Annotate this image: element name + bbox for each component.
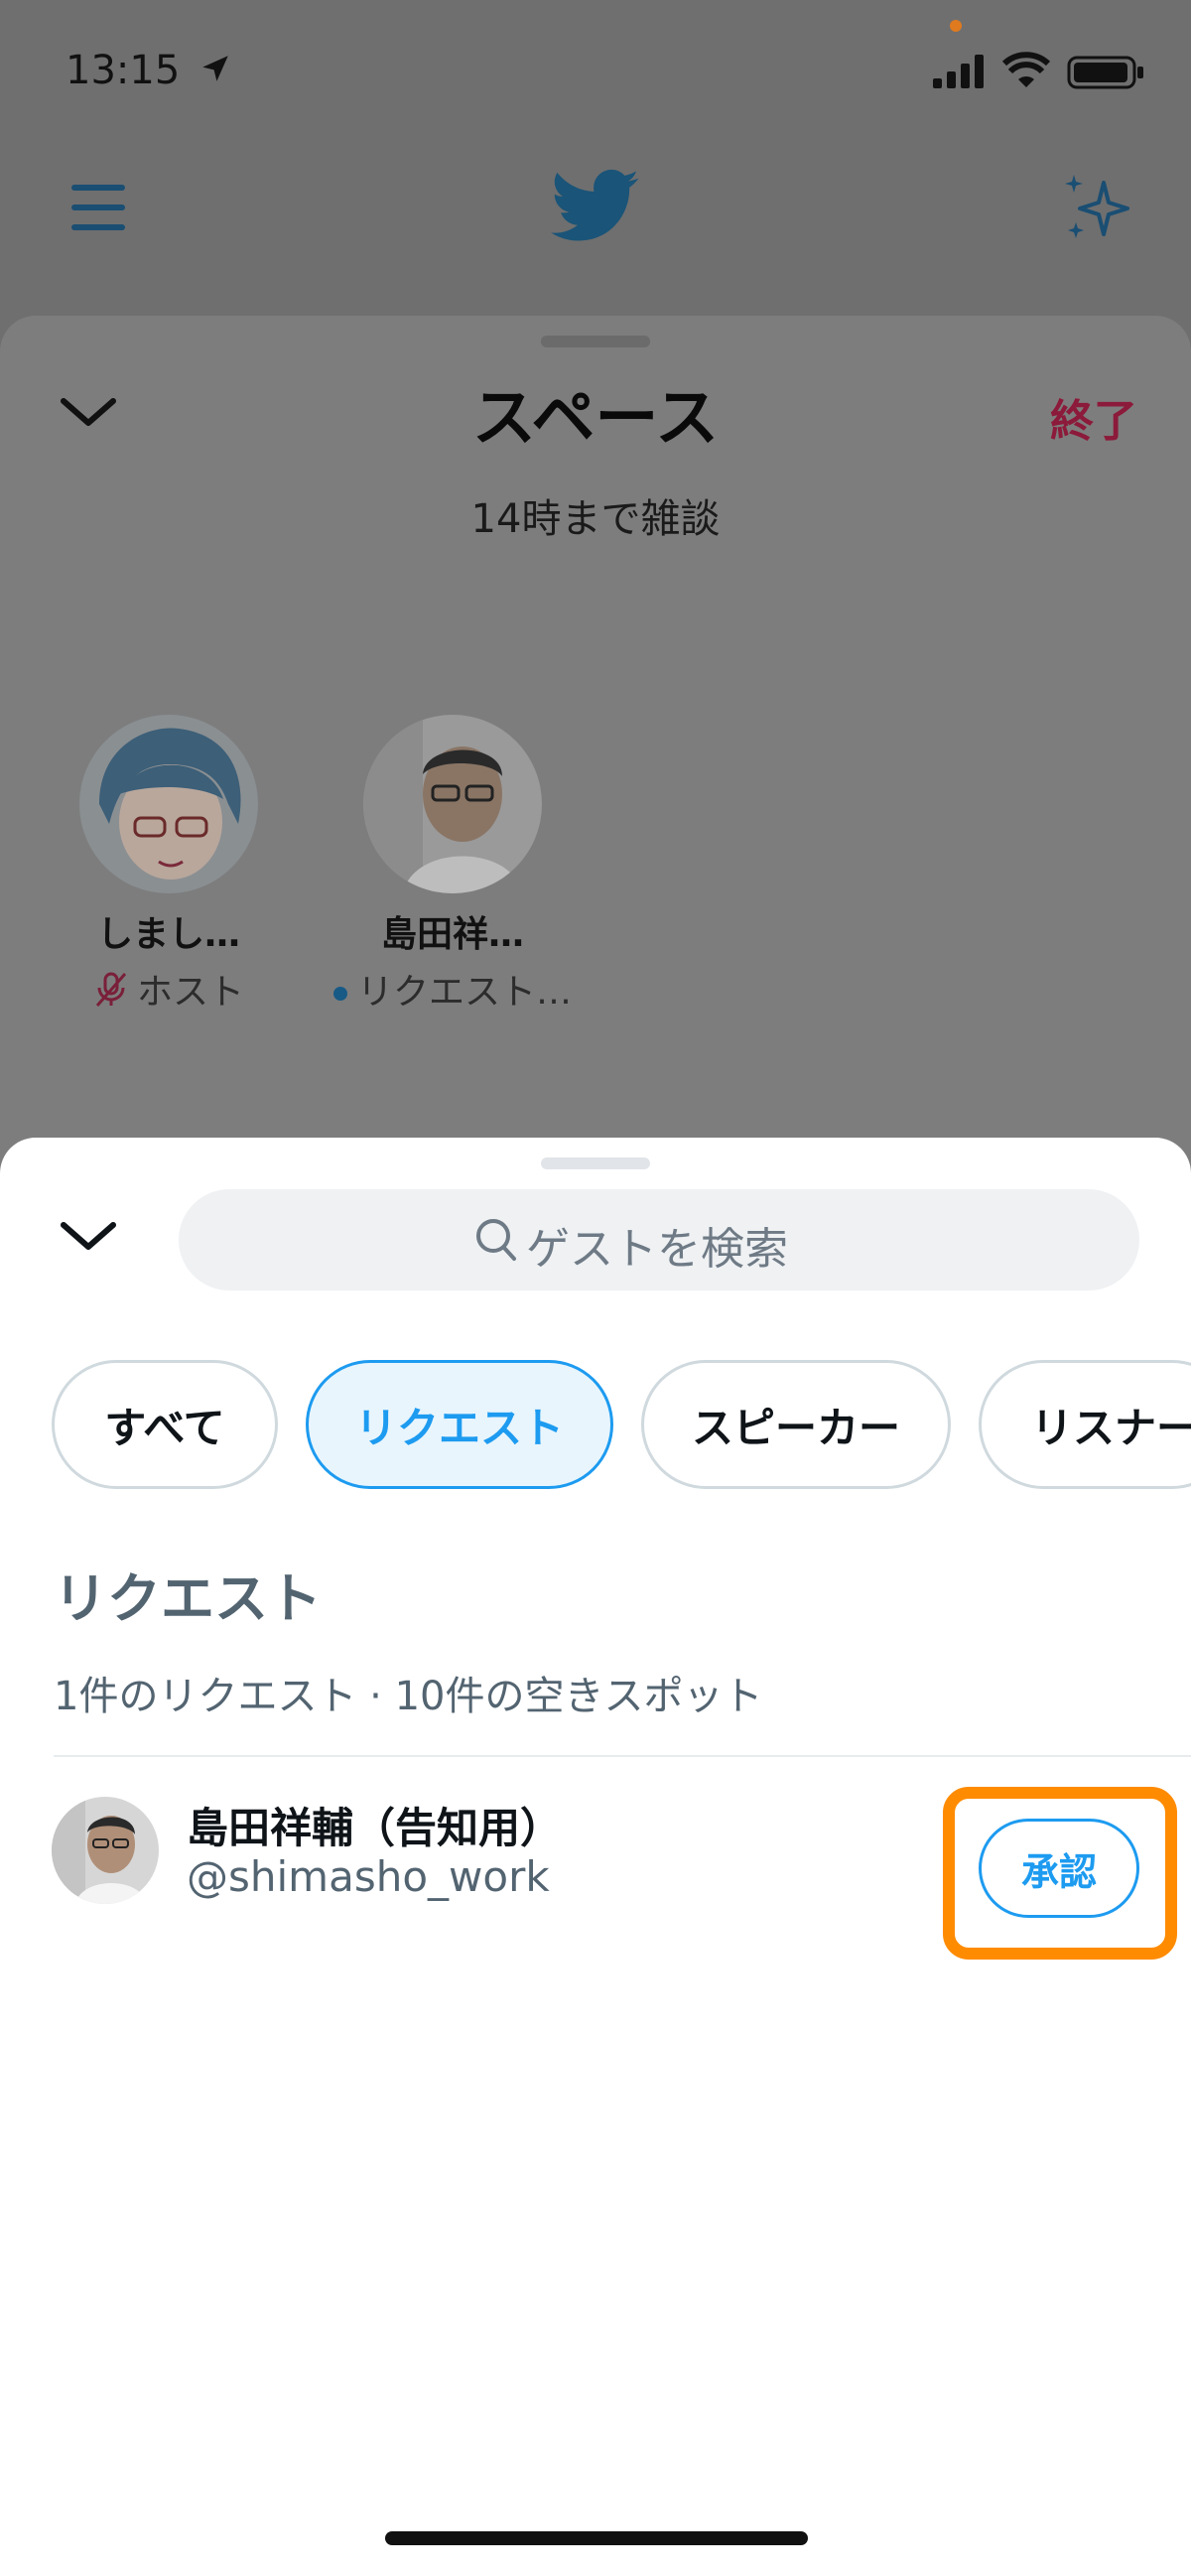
search-icon: [474, 1217, 518, 1267]
guest-search-box[interactable]: ゲストを検索: [179, 1189, 1139, 1290]
participant-role-label: ホスト: [136, 972, 244, 1013]
participant-role-label: リクエスト…: [357, 972, 573, 1013]
status-bar: 13:15: [0, 0, 1191, 139]
requester-name: 島田祥輔（告知用）: [187, 1804, 563, 1852]
section-subtitle: 1件のリクエスト · 10件の空きスポット: [54, 1674, 763, 1719]
approve-button[interactable]: 承認: [979, 1819, 1139, 1918]
request-dot-icon: [333, 987, 347, 1001]
avatar: [52, 1797, 159, 1904]
sparkle-icon[interactable]: [1060, 171, 1135, 250]
mic-off-icon: [93, 970, 129, 1018]
menu-icon[interactable]: [69, 181, 129, 240]
tab-speakers[interactable]: スピーカー: [641, 1360, 951, 1489]
avatar: [79, 715, 258, 893]
guest-sheet: ゲストを検索 すべて リクエスト スピーカー リスナー リクエスト 1件のリクエ…: [0, 1138, 1191, 2576]
avatar: [363, 715, 542, 893]
participant-name: しまし…: [96, 914, 240, 955]
tab-all[interactable]: すべて: [52, 1360, 278, 1489]
participant-host[interactable]: しまし… ホスト: [50, 715, 288, 1018]
top-nav: [0, 139, 1191, 278]
participant-role: リクエスト…: [333, 963, 572, 1015]
twitter-bird-icon[interactable]: [551, 169, 640, 248]
sheet-grabber[interactable]: [541, 336, 650, 347]
participant-name: 島田祥…: [380, 914, 524, 955]
home-indicator[interactable]: [385, 2531, 808, 2545]
participant-requester[interactable]: 島田祥… リクエスト…: [333, 715, 572, 1015]
battery-icon: [1067, 56, 1146, 93]
chevron-down-icon[interactable]: [60, 1219, 117, 1257]
location-arrow-icon: [198, 52, 232, 89]
list-item[interactable]: 島田祥輔（告知用） @shimasho_work 承認: [0, 1757, 1191, 1960]
tab-listeners[interactable]: リスナー: [979, 1360, 1191, 1489]
space-title: スペース: [471, 382, 720, 456]
space-subtitle: 14時まで雑談: [470, 496, 721, 542]
signal-icon: [933, 55, 992, 92]
participant-role: ホスト: [50, 963, 288, 1018]
requester-handle: @shimasho_work: [187, 1852, 550, 1901]
wifi-icon: [1001, 52, 1051, 93]
space-sheet: スペース 終了 14時まで雑談 しまし… ホスト 島田祥… リクエスト…: [0, 316, 1191, 1209]
section-title: リクエスト: [54, 1567, 322, 1630]
end-space-button[interactable]: 終了: [1050, 385, 1137, 449]
tab-requests[interactable]: リクエスト: [306, 1360, 613, 1489]
status-time: 13:15: [66, 48, 181, 93]
search-input[interactable]: ゲストを検索: [526, 1213, 788, 1277]
sheet-grabber[interactable]: [541, 1157, 650, 1169]
recording-indicator-icon: [950, 20, 962, 32]
